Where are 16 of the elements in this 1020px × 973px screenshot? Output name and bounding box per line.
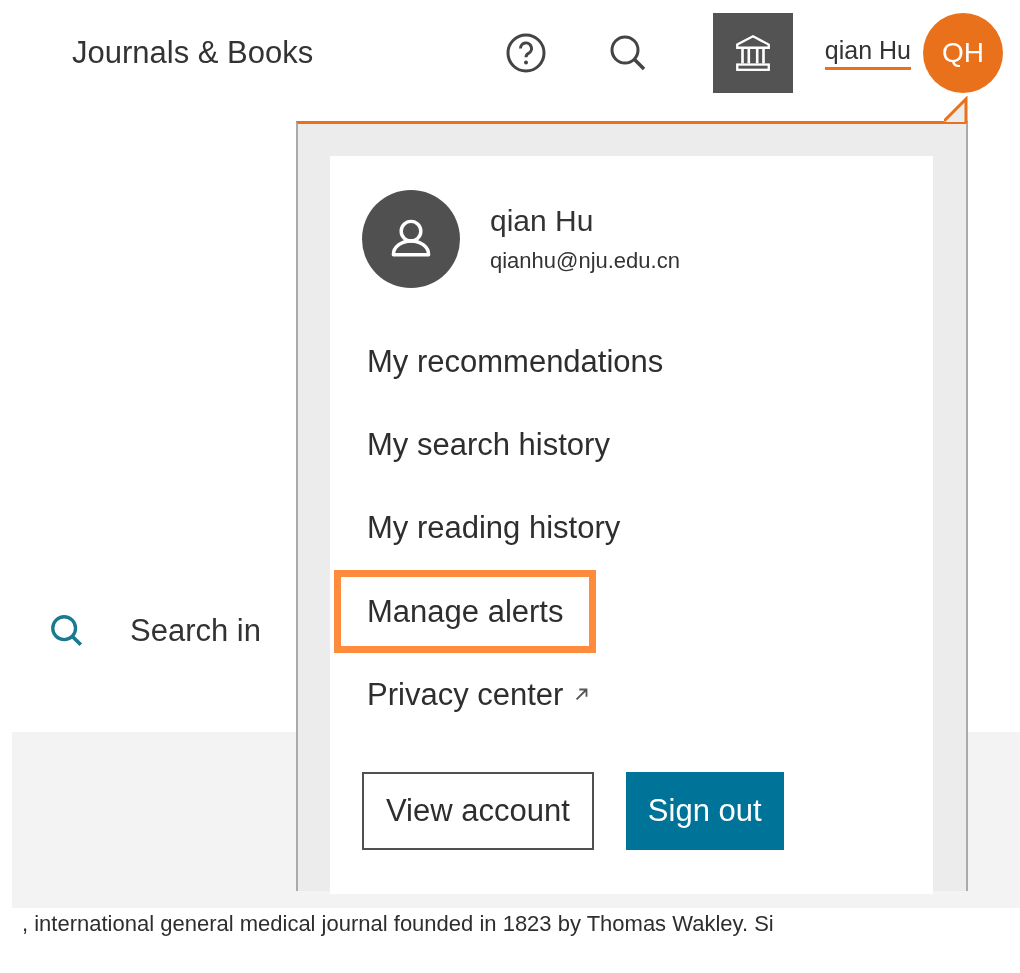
user-email: qianhu@nju.edu.cn [490,248,680,274]
sign-out-button[interactable]: Sign out [625,771,784,850]
user-name-link[interactable]: qian Hu [824,36,911,70]
user-name: qian Hu [490,204,595,238]
menu-item[interactable]: Manage alerts [334,569,597,653]
view-account-button[interactable]: View account [362,771,594,850]
help-icon[interactable] [505,33,546,73]
menu-item[interactable]: Privacy center [334,652,625,736]
search-field[interactable]: Search in [130,613,261,649]
menu-item[interactable]: My search history [334,403,643,487]
user-avatar-icon [362,190,460,288]
journal-description: , international general medical journal founded in 1823 by Thomas Wakley. Si [22,910,775,938]
site-title[interactable]: Journals & Books [72,35,314,71]
institution-button[interactable] [712,13,793,93]
menu-item[interactable]: My recommendations [334,320,697,404]
menu-item[interactable]: My reading history [334,486,654,570]
